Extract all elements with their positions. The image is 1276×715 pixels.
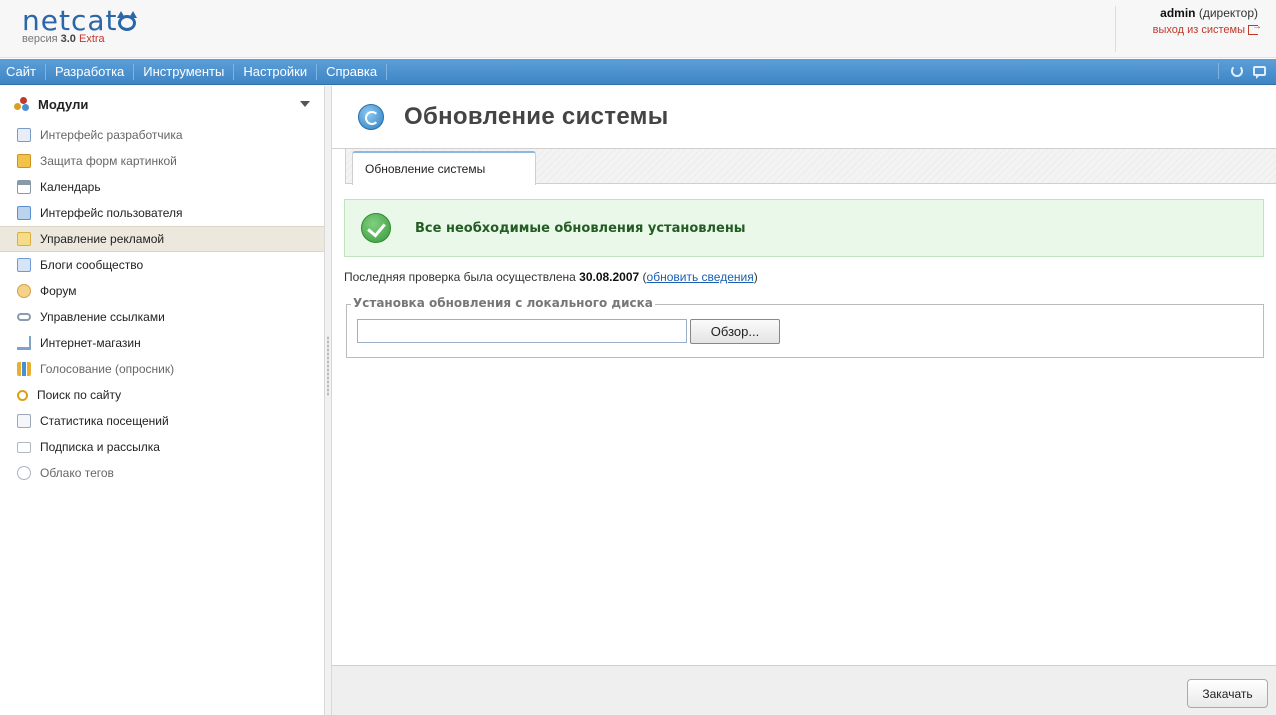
update-icon	[358, 104, 384, 130]
refresh-icon[interactable]	[1231, 65, 1243, 77]
sidebar-item-user-interface[interactable]: Интерфейс пользователя	[0, 200, 324, 226]
sidebar-item-stats[interactable]: Статистика посещений	[0, 408, 324, 434]
main-panel: Обновление системы Обновление системы Вс…	[332, 86, 1276, 715]
chevron-down-icon[interactable]	[300, 101, 310, 107]
footer-bar: Закачать	[332, 665, 1276, 715]
main-menu-bar: Сайт Разработка Инструменты Настройки Сп…	[0, 59, 1276, 85]
browse-button[interactable]: Обзор...	[690, 319, 780, 344]
search-icon	[17, 389, 28, 401]
menu-item-settings[interactable]: Настройки	[234, 63, 318, 80]
file-path-input[interactable]	[357, 319, 687, 343]
forum-icon	[17, 284, 31, 298]
sidebar: Модули Интерфейс разработчика Защита фор…	[0, 86, 324, 715]
last-check-info: Последняя проверка была осуществлена 30.…	[344, 270, 758, 284]
cat-logo-icon	[117, 11, 138, 31]
cart-icon	[17, 336, 31, 350]
sidebar-item-forum[interactable]: Форум	[0, 278, 324, 304]
sidebar-item-poll[interactable]: Голосование (опросник)	[0, 356, 324, 382]
fieldset-legend: Установка обновления с локального диска	[351, 296, 655, 310]
stats-icon	[17, 414, 31, 428]
sidebar-item-developer-interface[interactable]: Интерфейс разработчика	[0, 122, 324, 148]
netcat-logo[interactable]: netcat версия 3.0 Extra	[22, 7, 138, 45]
tab-system-update[interactable]: Обновление системы	[352, 151, 536, 185]
sidebar-item-tag-cloud[interactable]: Облако тегов	[0, 460, 324, 486]
ad-icon	[17, 232, 31, 246]
user-box: admin (директор) выход из системы	[1153, 6, 1262, 36]
sidebar-title: Модули	[38, 96, 89, 112]
mail-icon	[17, 441, 31, 453]
local-update-fieldset: Установка обновления с локального диска …	[346, 296, 1264, 358]
link-icon	[17, 313, 31, 321]
sidebar-item-advertising[interactable]: Управление рекламой	[0, 226, 324, 252]
sidebar-item-subscription[interactable]: Подписка и рассылка	[0, 434, 324, 460]
blog-icon	[17, 258, 31, 272]
sidebar-header[interactable]: Модули	[0, 86, 324, 122]
upload-button[interactable]: Закачать	[1187, 679, 1268, 708]
poll-icon	[17, 362, 31, 376]
tab-bar: Обновление системы	[332, 148, 1276, 185]
sidebar-item-calendar[interactable]: Календарь	[0, 174, 324, 200]
check-icon	[361, 213, 391, 243]
header-divider	[1115, 6, 1116, 52]
sidebar-item-search[interactable]: Поиск по сайту	[0, 382, 324, 408]
modules-icon	[14, 97, 30, 111]
sidebar-item-shop[interactable]: Интернет-магазин	[0, 330, 324, 356]
logout-icon	[1248, 21, 1262, 35]
menu-item-tools[interactable]: Инструменты	[134, 63, 235, 80]
user-role: (директор)	[1198, 6, 1258, 20]
last-check-date: 30.08.2007	[579, 270, 640, 284]
page-title: Обновление системы	[404, 103, 669, 130]
menu-item-site[interactable]: Сайт	[0, 63, 46, 80]
user-name: admin	[1160, 6, 1196, 20]
sidebar-splitter[interactable]	[324, 86, 332, 715]
user-icon	[17, 206, 31, 220]
sidebar-item-captcha[interactable]: Защита форм картинкой	[0, 148, 324, 174]
menu-item-help[interactable]: Справка	[317, 63, 388, 80]
sidebar-item-links[interactable]: Управление ссылками	[0, 304, 324, 330]
refresh-info-link[interactable]: обновить сведения	[647, 270, 754, 284]
lock-image-icon	[17, 154, 31, 168]
logout-link[interactable]: выход из системы	[1153, 21, 1262, 36]
splitter-grip[interactable]	[327, 336, 329, 396]
chat-icon[interactable]	[1253, 66, 1266, 79]
menu-separator	[1218, 63, 1219, 79]
calendar-icon	[17, 180, 31, 194]
modules-list: Интерфейс разработчика Защита форм карти…	[0, 122, 324, 486]
wrench-icon	[17, 128, 31, 142]
success-message: Все необходимые обновления установлены	[415, 220, 746, 236]
content-area: Все необходимые обновления установлены П…	[332, 185, 1276, 358]
tag-cloud-icon	[17, 466, 31, 480]
top-header: netcat версия 3.0 Extra admin (директор)…	[0, 0, 1276, 58]
sidebar-item-blogs[interactable]: Блоги сообщество	[0, 252, 324, 278]
success-message-box: Все необходимые обновления установлены	[344, 199, 1264, 257]
menu-item-development[interactable]: Разработка	[46, 63, 135, 80]
